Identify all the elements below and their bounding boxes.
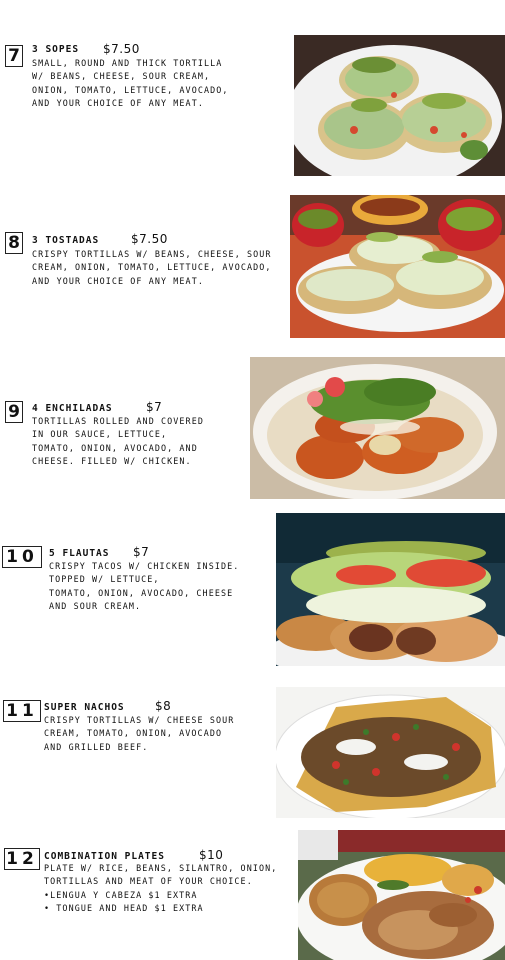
enchiladas-photo xyxy=(250,357,505,499)
item-description: crispy tortillas w/ cheese sour cream, t… xyxy=(44,715,235,752)
item-title: combination plates xyxy=(44,851,165,862)
item-description: tortillas rolled and covered in our sauc… xyxy=(32,416,204,466)
item-description: small, round and thick tortilla w/ beans… xyxy=(32,58,229,108)
item-price: $8 xyxy=(155,699,172,713)
item-price: $7.50 xyxy=(103,42,140,56)
item-description: crispy tortillas w/ beans, cheese, sour … xyxy=(32,249,272,286)
item-number-badge: 9 xyxy=(5,401,23,423)
item-title: 4 enchiladas xyxy=(32,403,113,414)
item-title: super nachos xyxy=(44,702,125,713)
item-title: 3 sopes xyxy=(32,44,80,55)
item-number-badge: 11 xyxy=(3,700,41,722)
tostadas-photo xyxy=(290,195,505,338)
item-number-badge: 12 xyxy=(4,848,40,870)
item-price: $7 xyxy=(133,545,150,559)
item-number-badge: 10 xyxy=(2,546,42,568)
combination-plate-photo xyxy=(298,830,505,960)
item-price: $7.50 xyxy=(131,232,168,246)
item-number-badge: 8 xyxy=(5,232,23,254)
item-price: $10 xyxy=(199,848,224,862)
item-title: 3 tostadas xyxy=(32,235,100,246)
sopes-photo xyxy=(294,35,505,176)
item-title: 5 flautas xyxy=(49,548,110,559)
item-number-badge: 7 xyxy=(5,45,23,67)
item-description: plate w/ rice, beans, silantro, onion, t… xyxy=(44,863,278,913)
item-description: Crispy tacos w/ chicken inside. Topped w… xyxy=(49,561,240,611)
nachos-photo xyxy=(276,687,505,818)
item-price: $7 xyxy=(146,400,163,414)
flautas-photo xyxy=(276,513,505,666)
